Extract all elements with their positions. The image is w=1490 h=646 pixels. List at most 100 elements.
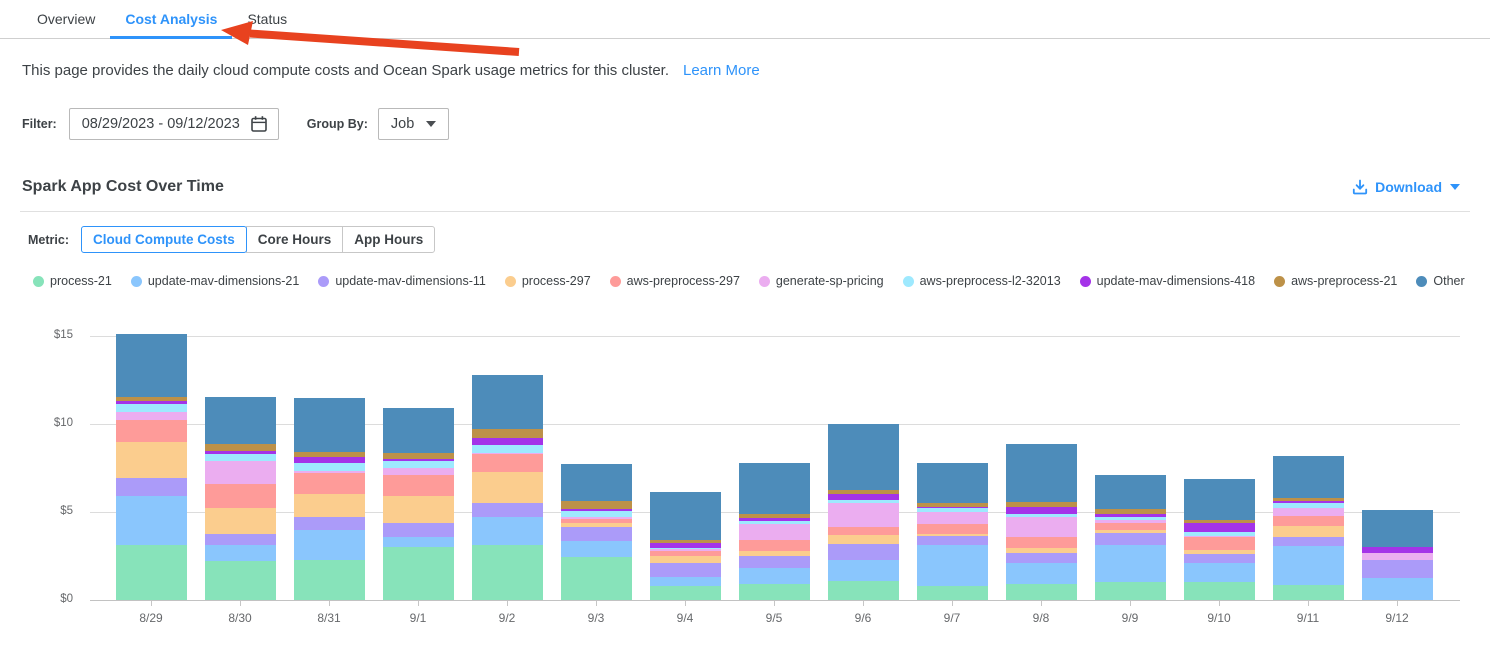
- bar-segment-8-29-update-mav-dimensions-11[interactable]: [116, 478, 187, 496]
- bar-segment-9-3-aws-preprocess-21[interactable]: [561, 501, 632, 510]
- bar-segment-9-7-process-297[interactable]: [917, 534, 988, 536]
- bar-segment-9-4-update-mav-dimensions-418[interactable]: [650, 543, 721, 548]
- bar-segment-9-9-other[interactable]: [1095, 475, 1166, 509]
- bar-segment-9-10-other[interactable]: [1184, 479, 1255, 520]
- bar-segment-9-12-other[interactable]: [1362, 510, 1433, 547]
- metric-option-cloud-compute-costs[interactable]: Cloud Compute Costs: [81, 226, 247, 253]
- bar-segment-8-29-other[interactable]: [116, 334, 187, 396]
- bar-segment-9-1-update-mav-dimensions-11[interactable]: [383, 523, 454, 537]
- bar-segment-9-11-update-mav-dimensions-418[interactable]: [1273, 501, 1344, 504]
- bar-segment-9-4-aws-preprocess-297[interactable]: [650, 551, 721, 556]
- bar-segment-9-7-update-mav-dimensions-11[interactable]: [917, 536, 988, 546]
- legend-item-process-21[interactable]: process-21: [33, 274, 112, 288]
- bar-segment-9-2-update-mav-dimensions-418[interactable]: [472, 438, 543, 445]
- bar-segment-8-29-aws-preprocess-21[interactable]: [116, 397, 187, 401]
- bar-segment-8-29-process-297[interactable]: [116, 442, 187, 478]
- bar-segment-8-30-generate-sp-pricing[interactable]: [205, 461, 276, 484]
- bar-segment-9-6-aws-preprocess-297[interactable]: [828, 527, 899, 535]
- bar-segment-9-10-aws-preprocess-l2-32013[interactable]: [1184, 532, 1255, 536]
- legend-item-update-mav-dimensions-21[interactable]: update-mav-dimensions-21: [131, 274, 299, 288]
- bar-segment-9-1-update-mav-dimensions-418[interactable]: [383, 459, 454, 461]
- bar-segment-8-30-update-mav-dimensions-21[interactable]: [205, 545, 276, 561]
- bar-segment-8-31-aws-preprocess-21[interactable]: [294, 452, 365, 456]
- learn-more-link[interactable]: Learn More: [683, 62, 760, 79]
- metric-option-core-hours[interactable]: Core Hours: [246, 226, 344, 253]
- bar-segment-8-30-aws-preprocess-l2-32013[interactable]: [205, 454, 276, 461]
- bar-segment-9-10-update-mav-dimensions-418[interactable]: [1184, 523, 1255, 532]
- bar-segment-9-5-aws-preprocess-297[interactable]: [739, 540, 810, 551]
- tab-overview[interactable]: Overview: [22, 0, 110, 38]
- bar-segment-9-12-update-mav-dimensions-11[interactable]: [1362, 560, 1433, 578]
- bar-segment-9-1-aws-preprocess-l2-32013[interactable]: [383, 461, 454, 468]
- tab-status[interactable]: Status: [232, 0, 302, 38]
- bar-segment-9-6-process-297[interactable]: [828, 535, 899, 544]
- bar-segment-8-31-process-297[interactable]: [294, 494, 365, 517]
- bar-segment-8-31-process-21[interactable]: [294, 560, 365, 600]
- bar-segment-9-10-update-mav-dimensions-21[interactable]: [1184, 563, 1255, 581]
- bar-segment-9-8-update-mav-dimensions-418[interactable]: [1006, 507, 1077, 514]
- bar-segment-9-7-aws-preprocess-297[interactable]: [917, 524, 988, 534]
- bar-segment-9-2-other[interactable]: [472, 375, 543, 430]
- bar-segment-9-6-update-mav-dimensions-21[interactable]: [828, 560, 899, 580]
- bar-segment-9-7-process-21[interactable]: [917, 586, 988, 600]
- bar-segment-9-3-other[interactable]: [561, 464, 632, 501]
- bar-segment-9-11-update-mav-dimensions-21[interactable]: [1273, 546, 1344, 585]
- bar-segment-9-6-aws-preprocess-l2-32013[interactable]: [828, 500, 899, 504]
- bar-segment-8-31-update-mav-dimensions-418[interactable]: [294, 457, 365, 463]
- bar-segment-9-5-aws-preprocess-21[interactable]: [739, 514, 810, 518]
- bar-segment-9-12-generate-sp-pricing[interactable]: [1362, 553, 1433, 559]
- bar-segment-9-10-aws-preprocess-21[interactable]: [1184, 520, 1255, 524]
- legend-item-aws-preprocess-297[interactable]: aws-preprocess-297: [610, 274, 740, 288]
- bar-segment-9-2-generate-sp-pricing[interactable]: [472, 453, 543, 454]
- bar-segment-8-30-update-mav-dimensions-11[interactable]: [205, 534, 276, 545]
- bar-segment-9-8-update-mav-dimensions-11[interactable]: [1006, 553, 1077, 563]
- bar-segment-9-7-aws-preprocess-l2-32013[interactable]: [917, 508, 988, 512]
- bar-segment-9-12-update-mav-dimensions-418[interactable]: [1362, 547, 1433, 553]
- bar-segment-9-5-other[interactable]: [739, 463, 810, 514]
- bar-segment-8-30-other[interactable]: [205, 397, 276, 445]
- bar-segment-8-30-process-297[interactable]: [205, 508, 276, 534]
- legend-item-process-297[interactable]: process-297: [505, 274, 591, 288]
- bar-segment-9-1-aws-preprocess-21[interactable]: [383, 453, 454, 459]
- bar-segment-8-31-generate-sp-pricing[interactable]: [294, 471, 365, 474]
- bar-segment-9-9-generate-sp-pricing[interactable]: [1095, 520, 1166, 524]
- bar-segment-9-4-aws-preprocess-21[interactable]: [650, 540, 721, 543]
- legend-item-aws-preprocess-l2-32013[interactable]: aws-preprocess-l2-32013: [903, 274, 1061, 288]
- bar-segment-9-8-aws-preprocess-l2-32013[interactable]: [1006, 514, 1077, 518]
- bar-segment-9-8-generate-sp-pricing[interactable]: [1006, 517, 1077, 536]
- bar-segment-9-4-process-297[interactable]: [650, 556, 721, 563]
- bar-segment-9-10-generate-sp-pricing[interactable]: [1184, 536, 1255, 537]
- bar-segment-9-7-other[interactable]: [917, 463, 988, 503]
- bar-segment-8-31-other[interactable]: [294, 398, 365, 453]
- bar-segment-9-2-aws-preprocess-297[interactable]: [472, 454, 543, 472]
- bar-segment-8-29-update-mav-dimensions-418[interactable]: [116, 401, 187, 404]
- legend-item-update-mav-dimensions-11[interactable]: update-mav-dimensions-11: [318, 274, 486, 288]
- bar-segment-9-8-update-mav-dimensions-21[interactable]: [1006, 563, 1077, 584]
- bar-segment-9-9-aws-preprocess-l2-32013[interactable]: [1095, 517, 1166, 520]
- bar-segment-9-3-aws-preprocess-297[interactable]: [561, 519, 632, 523]
- bar-segment-9-4-update-mav-dimensions-21[interactable]: [650, 577, 721, 586]
- bar-segment-9-2-update-mav-dimensions-11[interactable]: [472, 503, 543, 517]
- bar-segment-9-4-generate-sp-pricing[interactable]: [650, 549, 721, 551]
- bar-segment-9-10-aws-preprocess-297[interactable]: [1184, 537, 1255, 550]
- bar-segment-8-29-aws-preprocess-297[interactable]: [116, 420, 187, 442]
- bar-segment-9-7-aws-preprocess-21[interactable]: [917, 503, 988, 507]
- bar-segment-9-4-aws-preprocess-l2-32013[interactable]: [650, 548, 721, 549]
- bar-segment-9-6-process-21[interactable]: [828, 581, 899, 600]
- bar-segment-9-8-other[interactable]: [1006, 444, 1077, 502]
- bar-segment-9-3-aws-preprocess-l2-32013[interactable]: [561, 511, 632, 517]
- bar-segment-9-2-aws-preprocess-l2-32013[interactable]: [472, 445, 543, 453]
- bar-segment-9-5-process-21[interactable]: [739, 584, 810, 600]
- bar-segment-8-29-update-mav-dimensions-21[interactable]: [116, 496, 187, 544]
- bar-segment-8-31-update-mav-dimensions-11[interactable]: [294, 517, 365, 529]
- bar-segment-8-29-process-21[interactable]: [116, 545, 187, 600]
- bar-segment-9-2-aws-preprocess-21[interactable]: [472, 429, 543, 438]
- bar-segment-9-5-update-mav-dimensions-11[interactable]: [739, 556, 810, 568]
- bar-segment-9-9-process-297[interactable]: [1095, 530, 1166, 534]
- bar-segment-9-2-process-21[interactable]: [472, 545, 543, 600]
- bar-segment-9-5-generate-sp-pricing[interactable]: [739, 524, 810, 540]
- bar-segment-9-10-update-mav-dimensions-11[interactable]: [1184, 554, 1255, 563]
- bar-segment-9-10-process-21[interactable]: [1184, 582, 1255, 600]
- bar-segment-9-7-generate-sp-pricing[interactable]: [917, 512, 988, 524]
- bar-segment-9-8-aws-preprocess-21[interactable]: [1006, 502, 1077, 506]
